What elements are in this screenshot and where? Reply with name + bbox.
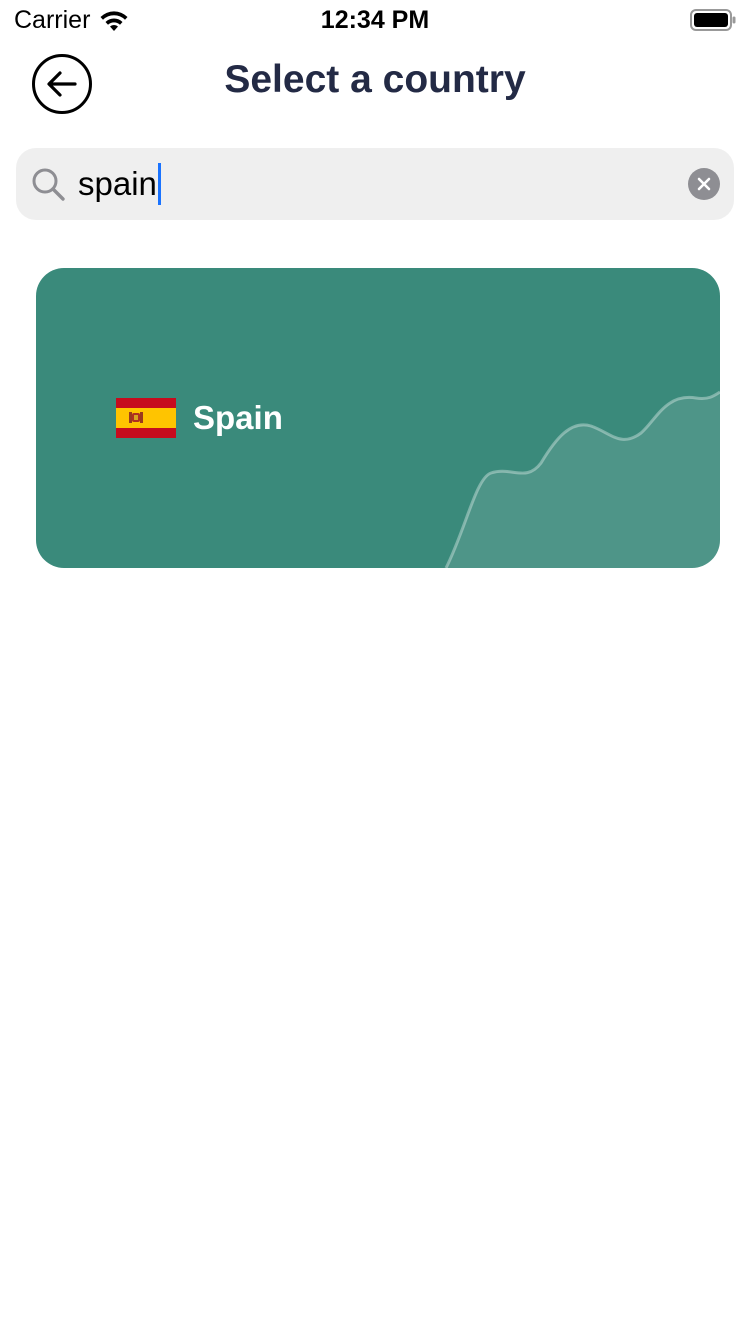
status-time: 12:34 PM (320, 6, 430, 34)
search-input[interactable]: spain (78, 158, 668, 210)
page-title: Select a country (224, 58, 526, 101)
spain-flag-icon (116, 398, 176, 438)
status-bar: Carrier 12:34 PM (0, 0, 750, 40)
text-caret (157, 163, 161, 205)
battery-icon (690, 9, 736, 31)
country-card-spain[interactable]: Spain (36, 268, 720, 568)
search-input-value: spain (78, 165, 157, 202)
clear-search-button[interactable] (688, 168, 720, 200)
clear-icon (697, 177, 711, 191)
country-name: Spain (193, 399, 283, 436)
search-bar[interactable]: spain (16, 148, 734, 220)
search-icon (32, 168, 65, 201)
